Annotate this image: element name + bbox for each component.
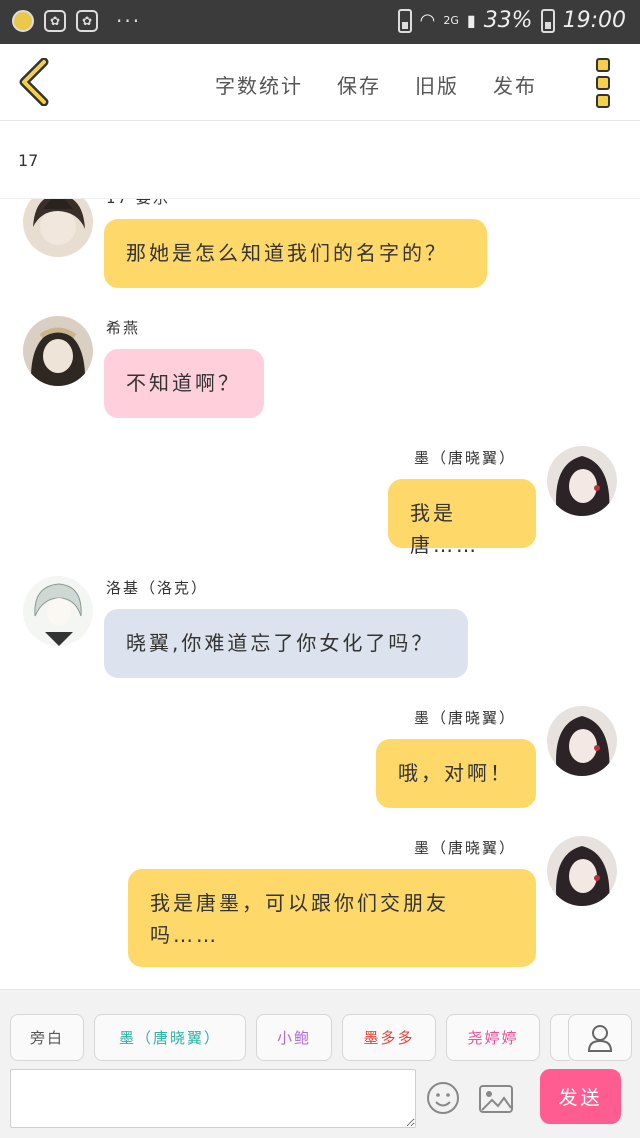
image-icon[interactable] — [478, 1084, 514, 1114]
role-selector: 旁白 墨（唐晓翼） 小鲍 墨多多 尧婷婷 — [10, 1014, 570, 1061]
message-bubble[interactable]: 不知道啊？ — [104, 349, 264, 418]
battery-icon — [540, 8, 555, 33]
avatar[interactable] — [23, 316, 93, 386]
wifi-icon: ◠ — [419, 10, 436, 31]
sender-name: 墨（唐晓翼） — [414, 449, 517, 467]
top-toolbar: 字数统计 保存 旧版 发布 — [0, 44, 640, 121]
message-input[interactable] — [10, 1069, 416, 1128]
battery-saver-icon — [397, 8, 412, 33]
more-notifications-icon: ··· — [116, 9, 142, 33]
clock: 19:00 — [562, 8, 626, 33]
avatar[interactable] — [547, 836, 617, 906]
save-button[interactable]: 保存 — [337, 70, 381, 99]
person-icon — [587, 1024, 613, 1052]
publish-button[interactable]: 发布 — [493, 70, 537, 99]
composer-panel: 旁白 墨（唐晓翼） 小鲍 墨多多 尧婷婷 发送 — [0, 989, 640, 1138]
sender-name: 洛基（洛克） — [106, 579, 209, 597]
battery-percent: 33% — [483, 8, 533, 33]
role-chip[interactable]: 小鲍 — [256, 1014, 332, 1061]
emoji-icon[interactable] — [426, 1081, 460, 1115]
role-chip-overflow[interactable] — [550, 1014, 570, 1061]
avatar[interactable] — [23, 576, 93, 646]
role-chip[interactable]: 旁白 — [10, 1014, 84, 1061]
signal-icon: ▮ — [466, 11, 476, 30]
menu-icon[interactable] — [596, 58, 612, 108]
role-chip[interactable]: 尧婷婷 — [446, 1014, 540, 1061]
status-bar: ✿ ✿ ··· ◠ 2G ▮ 33% 19:00 — [0, 0, 640, 44]
chat-area[interactable]: 17 姜乐 那她是怎么知道我们的名字的？ 希燕 不知道啊？ 墨（唐晓翼） 我是唐… — [0, 199, 640, 989]
chapter-title-row[interactable]: 17 — [0, 121, 640, 199]
paw-app-icon-2: ✿ — [76, 10, 98, 32]
sender-name: 17 姜乐 — [106, 199, 170, 208]
message-bubble[interactable]: 我是唐…… — [388, 479, 536, 557]
send-button[interactable]: 发送 — [540, 1069, 621, 1124]
message-bubble[interactable]: 晓翼,你难道忘了你女化了吗？ — [104, 609, 468, 678]
paw-app-icon: ✿ — [44, 10, 66, 32]
role-chip[interactable]: 墨（唐晓翼） — [94, 1014, 246, 1061]
add-role-button[interactable] — [568, 1014, 632, 1061]
avatar[interactable] — [547, 706, 617, 776]
sender-name: 墨（唐晓翼） — [414, 709, 517, 727]
chapter-title: 17 — [18, 151, 39, 170]
sender-name: 墨（唐晓翼） — [414, 839, 517, 857]
notification-app-icon — [12, 10, 34, 32]
message-bubble[interactable]: 哦，对啊！ — [376, 739, 536, 808]
sender-name: 希燕 — [106, 319, 141, 337]
old-version-button[interactable]: 旧版 — [415, 70, 459, 99]
message-bubble[interactable]: 我是唐墨，可以跟你们交朋友吗…… — [128, 869, 536, 967]
back-arrow-icon[interactable] — [16, 58, 52, 106]
network-type-label: 2G — [443, 14, 459, 27]
role-chip[interactable]: 墨多多 — [342, 1014, 436, 1061]
avatar[interactable] — [547, 446, 617, 516]
message-bubble[interactable]: 那她是怎么知道我们的名字的？ — [104, 219, 487, 288]
avatar[interactable] — [23, 199, 93, 257]
word-count-button[interactable]: 字数统计 — [215, 70, 303, 99]
